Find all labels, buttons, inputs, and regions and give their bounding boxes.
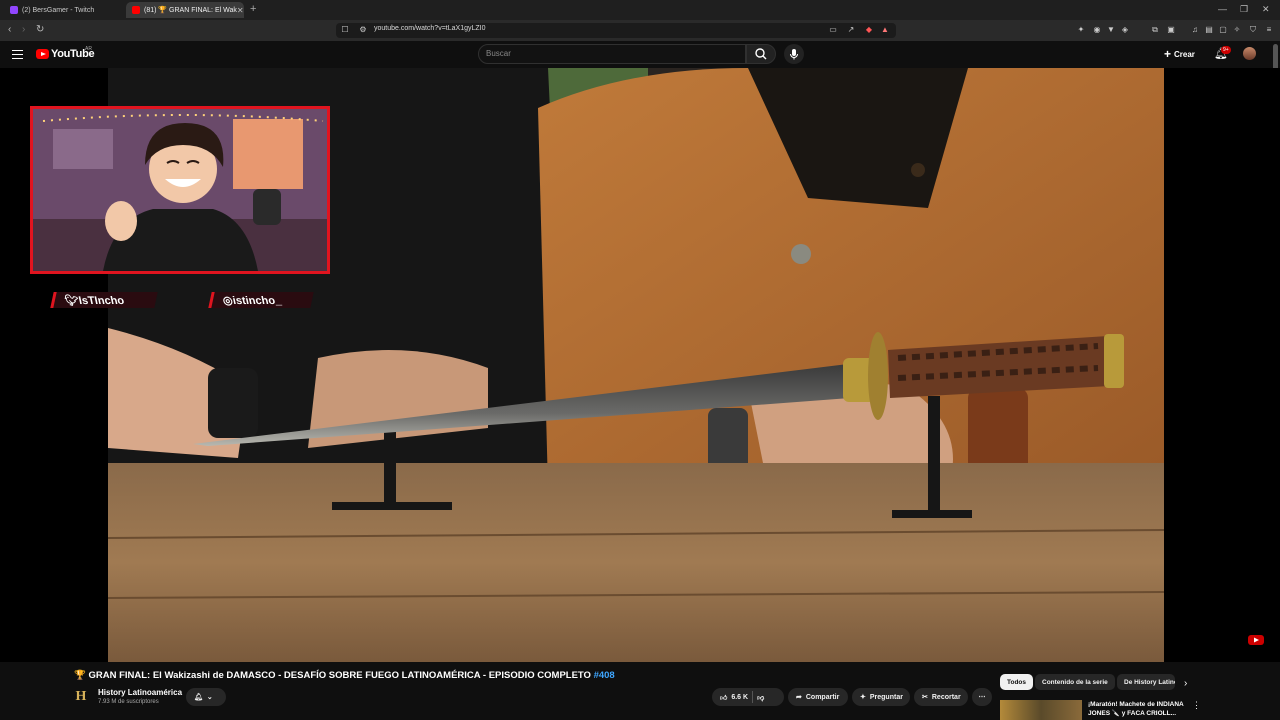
shield-icon[interactable]: ⛉ — [1248, 25, 1258, 35]
like-dislike-group: 👍︎ 6.6 K 👎︎ — [712, 688, 784, 706]
cast-icon[interactable]: ▭ — [828, 25, 838, 35]
search-input[interactable] — [478, 44, 746, 64]
video-title: 🏆 GRAN FINAL: El Wakizashi de DAMASCO - … — [74, 670, 615, 681]
site-info-icon[interactable]: ⚙ — [358, 25, 368, 35]
close-window-icon[interactable]: ✕ — [1262, 4, 1270, 15]
like-divider — [752, 691, 754, 703]
chevron-down-icon: ⌄ — [206, 694, 213, 701]
forward-icon[interactable]: › — [22, 24, 25, 35]
hamburger-menu-icon[interactable] — [12, 47, 23, 62]
search-placeholder: Buscar — [486, 49, 511, 58]
subscription-bell-button[interactable]: 🔔︎ ⌄ — [186, 688, 226, 706]
tab-twitch[interactable]: (2) BersGamer - Twitch — [4, 2, 122, 18]
reload-icon[interactable]: ↻ — [36, 24, 44, 35]
ask-button[interactable]: ✦ Preguntar — [852, 688, 910, 706]
channel-name[interactable]: History Latinoamérica — [98, 688, 182, 697]
url-text[interactable]: youtube.com/watch?v=tLaX1gyLZI0 — [374, 25, 485, 32]
play-icon — [41, 51, 46, 56]
plus-icon: + — [1164, 47, 1172, 61]
twitter-handle-badge: 🐦︎ IsTIncho — [50, 292, 158, 308]
ask-label: Preguntar — [869, 693, 903, 701]
channel-logo[interactable]: H — [74, 689, 88, 705]
back-icon[interactable]: ‹ — [8, 24, 11, 35]
share-page-icon[interactable]: ↗ — [846, 25, 856, 35]
create-label: Crear — [1174, 49, 1195, 59]
like-count: 6.6 K — [731, 693, 749, 701]
tab-label: (81) 🏆 GRAN FINAL: El Wak — [144, 7, 237, 14]
share-label: Compartir — [805, 693, 840, 701]
chip-from-channel[interactable]: De History Latinoamérica — [1117, 674, 1175, 690]
new-tab-button[interactable]: + — [250, 3, 256, 15]
youtube-favicon-icon — [132, 6, 140, 14]
brave-shield-icon[interactable]: ◆ — [864, 25, 874, 35]
menu-icon[interactable]: ≡ — [1264, 25, 1274, 35]
search-button[interactable] — [746, 44, 776, 64]
streamer-avatar-illustration — [33, 109, 327, 271]
bookmark-icon[interactable]: ☐ — [340, 25, 350, 35]
extension-icon[interactable]: ◈ — [1120, 25, 1130, 35]
instagram-handle: istincho_ — [231, 294, 283, 307]
tab-youtube[interactable]: (81) 🏆 GRAN FINAL: El Wak ✕ — [126, 2, 244, 18]
search-icon — [755, 48, 767, 60]
close-tab-icon[interactable]: ✕ — [237, 6, 244, 15]
twitch-icon — [10, 6, 18, 14]
more-icon: ⋯ — [978, 694, 986, 701]
chevron-right-icon[interactable]: › — [1184, 678, 1187, 689]
rewards-icon[interactable]: ▲ — [880, 25, 890, 35]
wallet-icon[interactable]: ▢ — [1218, 25, 1228, 35]
extension-icon[interactable]: ✦ — [1076, 25, 1086, 35]
voice-search-button[interactable] — [784, 44, 804, 64]
twitter-handle: IsTIncho — [77, 294, 126, 307]
region-code: AR — [85, 46, 92, 52]
screenshot-icon[interactable]: ▣ — [1166, 25, 1176, 35]
video-title-text: 🏆 GRAN FINAL: El Wakizashi de DAMASCO - … — [74, 670, 594, 681]
tab-label: (2) BersGamer - Twitch — [22, 6, 95, 14]
video-letterbox-right — [1164, 68, 1280, 662]
recommendation-title[interactable]: ¡Maratón! Machete de INDIANA JONES 🔪 y F… — [1088, 700, 1188, 718]
minimize-icon[interactable]: — — [1218, 4, 1227, 14]
avatar[interactable] — [1243, 47, 1256, 60]
more-actions-button[interactable]: ⋯ — [972, 688, 992, 706]
restore-icon[interactable]: ❐ — [1240, 4, 1248, 15]
subscriber-count: 7.93 M de suscriptores — [98, 699, 159, 705]
sparkle-icon: ✦ — [860, 694, 866, 701]
filter-icon[interactable]: ▼ — [1106, 25, 1116, 35]
scissors-icon: ✂ — [922, 694, 928, 701]
recommendation-thumbnail[interactable] — [1000, 700, 1082, 720]
facecam-overlay — [30, 106, 330, 274]
chip-all[interactable]: Todos — [1000, 674, 1034, 690]
clip-button[interactable]: ✂ Recortar — [914, 688, 968, 706]
media-icon[interactable]: ♫ — [1190, 25, 1200, 35]
clip-label: Recortar — [931, 693, 961, 701]
dislike-button[interactable]: 👎︎ — [757, 693, 764, 702]
sidebar-icon[interactable]: ▤ — [1204, 25, 1214, 35]
share-button[interactable]: ➦ Compartir — [788, 688, 848, 706]
chip-series-content[interactable]: Contenido de la serie — [1035, 674, 1115, 690]
bell-icon: 🔔︎ — [194, 694, 203, 701]
vpn-icon[interactable]: ✧ — [1232, 25, 1242, 35]
create-button[interactable]: + Crear — [1164, 46, 1195, 62]
extension-icon[interactable]: ◉ — [1092, 25, 1102, 35]
like-button[interactable]: 👍︎ — [720, 693, 727, 702]
notification-badge: 9+ — [1221, 46, 1231, 54]
share-icon: ➦ — [796, 694, 802, 701]
extensions-puzzle-icon[interactable]: ⧉ — [1150, 25, 1160, 35]
mic-icon — [790, 49, 798, 60]
instagram-handle-badge: ◎ istincho_ — [208, 292, 314, 308]
history-watermark-icon — [1246, 633, 1266, 649]
recommendation-menu-icon[interactable]: ⋮ — [1192, 700, 1201, 711]
video-hashtag-link[interactable]: #408 — [594, 670, 615, 681]
